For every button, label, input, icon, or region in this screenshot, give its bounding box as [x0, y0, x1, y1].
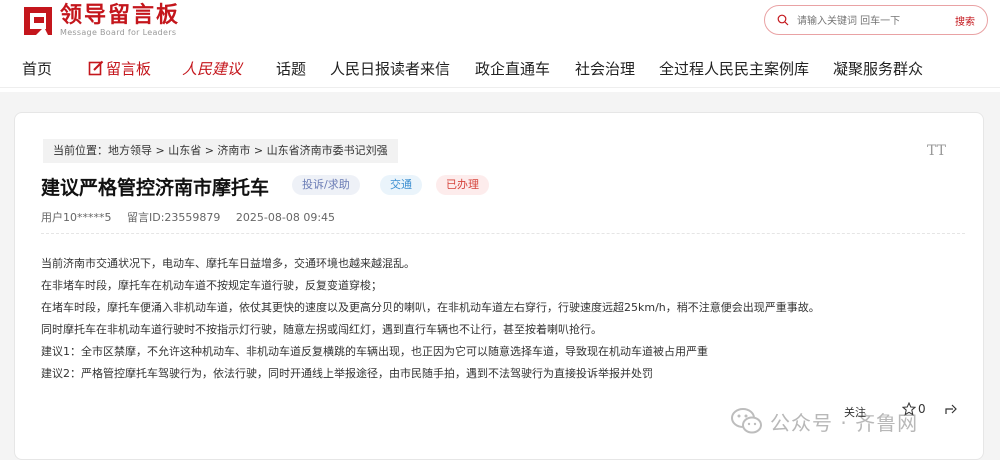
nav-people-suggestion[interactable]: 人民建议 — [182, 58, 242, 79]
header: 领导留言板 Message Board for Leaders 搜索 — [0, 0, 1000, 42]
logo-icon — [24, 7, 52, 35]
category-tag: 投诉/求助 — [292, 175, 360, 195]
font-size-icon[interactable]: TT — [927, 143, 946, 159]
search-button[interactable]: 搜索 — [955, 13, 975, 28]
favorite-button[interactable]: 0 — [902, 402, 926, 416]
search-icon — [777, 14, 789, 26]
status-badge: 已办理 — [436, 175, 489, 195]
nav-topics[interactable]: 话题 — [276, 58, 306, 79]
nav-social-governance[interactable]: 社会治理 — [575, 58, 635, 79]
message-body: 当前济南市交通状况下，电动车、摩托车日益增多，交通环境也越来越混乱。 在非堵车时… — [41, 253, 965, 385]
message-title: 建议严格管控济南市摩托车 — [41, 177, 270, 199]
main-nav: 首页 留言板 人民建议 话题 人民日报读者来信 政企直通车 社会治理 全过程人民… — [0, 48, 1000, 88]
nav-government-express[interactable]: 政企直通车 — [475, 58, 550, 79]
share-icon — [945, 404, 957, 414]
wechat-icon — [731, 408, 762, 434]
body-paragraph: 建议1：全市区禁摩，不允许这种机动车、非机动车道反复横跳的车辆出现，也正因为它可… — [41, 345, 708, 358]
body-paragraph: 在堵车时段，摩托车便涌入非机动车道，依仗其更快的速度以及更高分贝的喇叭，在非机动… — [41, 301, 820, 314]
message-id: 留言ID:23559879 — [127, 211, 221, 224]
nav-message-board-label: 留言板 — [106, 60, 152, 78]
star-icon — [902, 402, 916, 416]
user-name: 用户10*****5 — [41, 211, 112, 224]
edit-icon — [88, 60, 104, 76]
body-paragraph: 在非堵车时段，摩托车在机动车道不按规定车道行驶，反复变道穿梭； — [41, 279, 382, 292]
logo-title: 领导留言板 — [60, 3, 181, 28]
nav-readers-letters[interactable]: 人民日报读者来信 — [330, 58, 450, 79]
nav-serve-people[interactable]: 凝聚服务群众 — [833, 58, 923, 79]
nav-home[interactable]: 首页 — [22, 58, 52, 79]
search-input[interactable] — [797, 12, 937, 30]
divider — [41, 233, 965, 234]
share-button[interactable] — [944, 402, 958, 416]
domain-tag: 交通 — [380, 175, 422, 195]
site-logo[interactable]: 领导留言板 Message Board for Leaders — [22, 4, 180, 38]
watermark: 公众号 · 齐鲁网 — [730, 404, 918, 438]
body-paragraph: 建议2：严格管控摩托车驾驶行为，依法行驶，同时开通线上举报途径，由市民随手拍，遇… — [41, 367, 653, 380]
follow-button[interactable]: 关注 — [844, 404, 866, 420]
favorite-count: 0 — [918, 402, 926, 416]
nav-democracy-cases[interactable]: 全过程人民民主案例库 — [659, 58, 809, 79]
search-box: 搜索 — [764, 5, 988, 35]
breadcrumb: 当前位置：地方领导 > 山东省 > 济南市 > 山东省济南市委书记刘强 — [43, 139, 398, 163]
body-paragraph: 当前济南市交通状况下，电动车、摩托车日益增多，交通环境也越来越混乱。 — [41, 257, 415, 270]
post-datetime: 2025-08-08 09:45 — [235, 211, 336, 224]
body-paragraph: 同时摩托车在非机动车道行驶时不按指示灯行驶，随意左拐或闯红灯，遇到直行车辆也不让… — [41, 323, 602, 336]
logo-subtitle: Message Board for Leaders — [60, 28, 177, 37]
nav-message-board[interactable]: 留言板 — [88, 58, 151, 79]
message-meta: 用户10*****5 留言ID:23559879 2025-08-08 09:4… — [41, 209, 347, 225]
